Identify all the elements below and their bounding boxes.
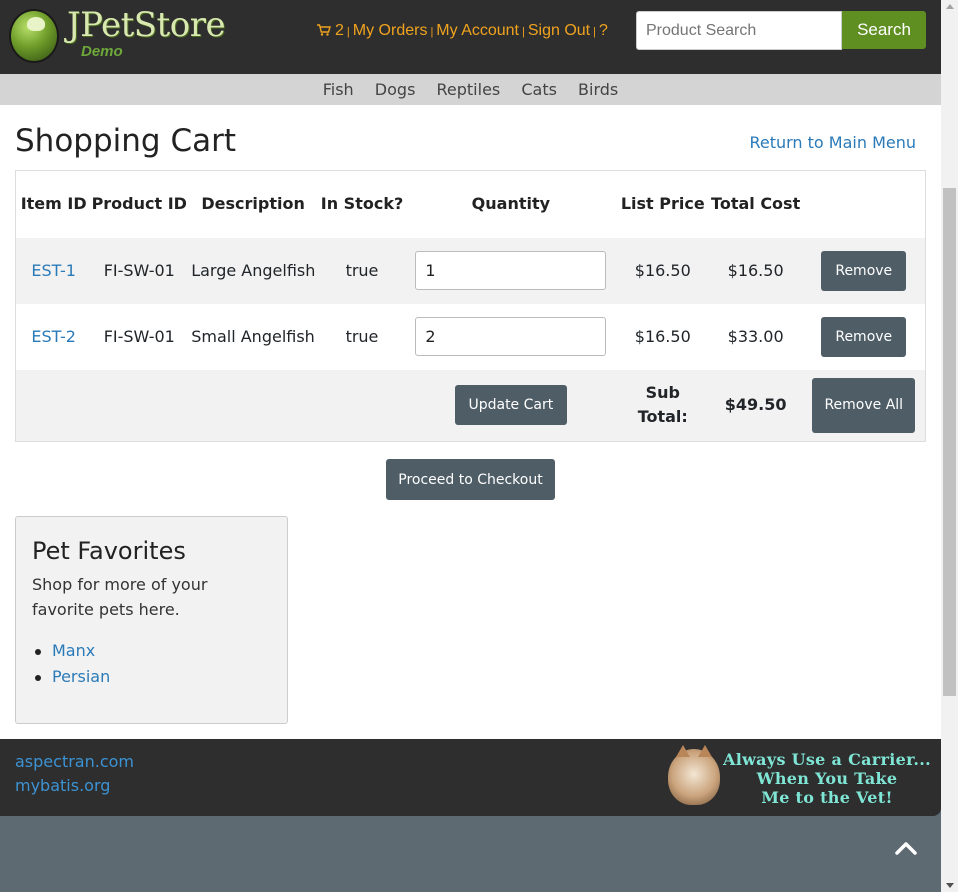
- category-fish[interactable]: Fish: [323, 80, 354, 99]
- favorites-text: Shop for more of your favorite pets here…: [32, 575, 208, 619]
- site-header: JPetStore Demo 2 | My Orders | My Account | Si…: [0, 0, 941, 74]
- return-main-menu-link[interactable]: Return to Main Menu: [749, 133, 916, 152]
- table-row: EST-1 FI-SW-01 Large Angelfish true $16.…: [15, 237, 926, 304]
- proceed-to-checkout-button[interactable]: Proceed to Checkout: [386, 459, 555, 500]
- banner-line: Always Use a Carrier...: [723, 750, 931, 769]
- update-cart-button[interactable]: Update Cart: [454, 385, 567, 426]
- my-orders-link[interactable]: My Orders: [353, 22, 428, 39]
- cart-table: Item ID Product ID Description In Stock?…: [15, 170, 926, 442]
- cart-count: 2: [335, 22, 344, 39]
- mybatis-link[interactable]: mybatis.org: [15, 774, 134, 798]
- back-to-top-icon[interactable]: [894, 840, 918, 856]
- product-id-cell: FI-SW-01: [103, 326, 175, 346]
- header-item-id: Item ID: [20, 194, 87, 214]
- scrollbar-thumb[interactable]: [943, 188, 956, 696]
- list-item: Manx: [32, 638, 271, 664]
- scroll-up-icon[interactable]: [946, 4, 954, 9]
- cart-icon: [317, 24, 331, 36]
- item-id-link[interactable]: EST-2: [31, 327, 76, 346]
- search-input[interactable]: [636, 11, 842, 50]
- description-cell: Large Angelfish: [191, 260, 316, 280]
- pet-favorites-panel: Pet Favorites Shop for more of your favo…: [15, 516, 288, 724]
- subtotal-label: Sub Total:: [637, 383, 688, 427]
- list-price-cell: $16.50: [634, 260, 691, 280]
- in-stock-cell: true: [345, 260, 379, 280]
- quantity-input[interactable]: [415, 317, 607, 356]
- remove-button[interactable]: Remove: [821, 316, 907, 357]
- subtotal-value: $49.50: [724, 395, 787, 415]
- list-price-cell: $16.50: [634, 326, 691, 346]
- header-list-price: List Price: [620, 194, 705, 214]
- header-in-stock: In Stock?: [320, 194, 404, 214]
- header-total-cost: Total Cost: [711, 194, 801, 214]
- favorite-manx-link[interactable]: Manx: [52, 641, 95, 660]
- banner-line: Me to the Vet!: [761, 788, 893, 807]
- logo-title: JPetStore: [67, 5, 226, 45]
- logo-icon: [9, 9, 59, 63]
- table-row: EST-2 FI-SW-01 Small Angelfish true $16.…: [15, 303, 926, 370]
- total-cost-cell: $33.00: [727, 326, 784, 346]
- table-header-row: Item ID Product ID Description In Stock?…: [16, 171, 926, 238]
- aspectran-link[interactable]: aspectran.com: [15, 750, 134, 774]
- product-id-cell: FI-SW-01: [103, 260, 175, 280]
- subtotal-row: Update Cart Sub Total: $49.50 Remove All: [15, 369, 926, 442]
- remove-button[interactable]: Remove: [821, 250, 907, 291]
- category-reptiles[interactable]: Reptiles: [437, 80, 501, 99]
- page-title: Shopping Cart: [15, 123, 236, 159]
- vertical-scrollbar[interactable]: [941, 0, 958, 892]
- user-nav: 2 | My Orders | My Account | Sign Out |?: [317, 22, 608, 40]
- page: JPetStore Demo 2 | My Orders | My Account | Si…: [0, 0, 941, 892]
- footer-links: aspectran.com mybatis.org: [15, 750, 134, 798]
- header-description: Description: [201, 194, 305, 214]
- category-cats[interactable]: Cats: [521, 80, 557, 99]
- description-cell: Small Angelfish: [191, 326, 315, 346]
- quantity-input[interactable]: [415, 251, 607, 290]
- category-birds[interactable]: Birds: [578, 80, 618, 99]
- help-link[interactable]: ?: [599, 22, 608, 39]
- category-nav: Fish Dogs Reptiles Cats Birds: [0, 74, 941, 105]
- cat-image: [668, 745, 720, 805]
- cart-link[interactable]: 2: [317, 22, 344, 39]
- my-account-link[interactable]: My Account: [436, 22, 519, 39]
- favorite-persian-link[interactable]: Persian: [52, 667, 110, 686]
- sign-out-link[interactable]: Sign Out: [528, 22, 590, 39]
- search-button[interactable]: Search: [842, 11, 926, 49]
- favorites-list: Manx Persian: [32, 638, 271, 690]
- logo-subtitle: Demo: [81, 43, 123, 60]
- item-id-link[interactable]: EST-1: [31, 261, 76, 280]
- list-item: Persian: [32, 664, 271, 690]
- main-content: Shopping Cart Return to Main Menu Item I…: [0, 105, 941, 739]
- in-stock-cell: true: [345, 326, 379, 346]
- site-footer: aspectran.com mybatis.org Always Use a C…: [0, 739, 941, 816]
- favorites-title: Pet Favorites: [32, 537, 186, 565]
- carrier-banner: Always Use a Carrier... When You Take Me…: [722, 750, 932, 807]
- header-product-id: Product ID: [91, 194, 187, 214]
- total-cost-cell: $16.50: [727, 260, 784, 280]
- category-dogs[interactable]: Dogs: [375, 80, 416, 99]
- remove-all-button[interactable]: Remove All: [812, 377, 916, 433]
- scroll-down-icon[interactable]: [946, 883, 954, 888]
- header-quantity: Quantity: [471, 194, 551, 214]
- banner-line: When You Take: [756, 769, 898, 788]
